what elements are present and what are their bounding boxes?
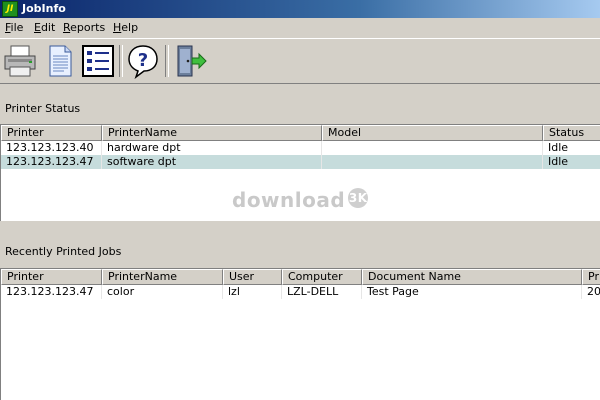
download-watermark: download 3K xyxy=(232,188,369,212)
cell-computer: LZL-DELL xyxy=(282,285,362,299)
column-header-printer[interactable]: Printer xyxy=(1,125,102,141)
details-list-icon xyxy=(82,45,114,77)
document-icon xyxy=(49,45,72,77)
printer-status-label: Printer Status xyxy=(5,102,81,115)
cell-time: 20 xyxy=(587,285,600,298)
printer-row[interactable]: 123.123.123.40 hardware dpt Idle xyxy=(1,141,600,155)
column-header-printer-name[interactable]: PrinterName xyxy=(102,269,223,285)
job-row[interactable]: 123.123.123.47 color lzl LZL-DELL Test P… xyxy=(1,285,600,299)
column-header-printer-name[interactable]: PrinterName xyxy=(102,125,322,141)
menu-bar: File Edit Reports Help xyxy=(0,19,600,37)
column-header-printer[interactable]: Printer xyxy=(1,269,102,285)
cell-document-name: Test Page xyxy=(362,285,582,299)
cell-user: lzl xyxy=(223,285,282,299)
column-header-user[interactable]: User xyxy=(223,269,282,285)
document-button[interactable] xyxy=(42,43,78,79)
cell-printer-name: color xyxy=(102,285,223,299)
column-header-model[interactable]: Model xyxy=(322,125,543,141)
print-button[interactable] xyxy=(2,43,38,79)
cell-printer: 123.123.123.47 xyxy=(1,155,102,169)
column-header-document-name[interactable]: Document Name xyxy=(362,269,582,285)
toolbar-separator xyxy=(165,45,169,77)
cell-printer: 123.123.123.47 xyxy=(1,285,102,299)
recent-jobs-list[interactable]: Printer PrinterName User Computer Docume… xyxy=(0,268,600,400)
menu-file[interactable]: File xyxy=(5,21,23,34)
cell-model xyxy=(322,155,543,169)
exit-button[interactable] xyxy=(172,43,208,79)
window-title: JobInfo xyxy=(22,2,66,15)
cell-printer-name: software dpt xyxy=(102,155,322,169)
help-button[interactable]: ? xyxy=(125,43,161,80)
menu-help[interactable]: Help xyxy=(113,21,138,34)
cell-printer-name: hardware dpt xyxy=(102,141,322,155)
column-header-computer[interactable]: Computer xyxy=(282,269,362,285)
cell-status: Idle xyxy=(548,141,569,154)
exit-door-icon xyxy=(177,45,207,77)
cell-printer: 123.123.123.40 xyxy=(1,141,102,155)
printer-row-selected[interactable]: 123.123.123.47 software dpt Idle xyxy=(1,155,600,169)
watermark-badge: 3K xyxy=(348,188,369,208)
menu-edit[interactable]: Edit xyxy=(34,21,55,34)
list-header: Printer PrinterName Model Status xyxy=(1,125,600,141)
column-header-status[interactable]: Status xyxy=(543,125,600,141)
recent-jobs-label: Recently Printed Jobs xyxy=(5,245,122,258)
printer-icon xyxy=(4,45,36,77)
menu-reports[interactable]: Reports xyxy=(63,21,105,34)
details-button[interactable] xyxy=(80,43,116,79)
help-icon: ? xyxy=(128,45,158,80)
cell-status: Idle xyxy=(548,155,569,168)
toolbar: ? xyxy=(0,38,600,84)
column-header-time[interactable]: Pri xyxy=(582,269,600,285)
cell-model xyxy=(322,141,543,155)
list-header: Printer PrinterName User Computer Docume… xyxy=(1,269,600,285)
svg-text:?: ? xyxy=(138,50,148,71)
title-bar[interactable]: JI JobInfo xyxy=(0,0,600,18)
app-icon: JI xyxy=(2,1,18,17)
watermark-text: download xyxy=(232,188,346,212)
toolbar-separator xyxy=(119,45,123,77)
